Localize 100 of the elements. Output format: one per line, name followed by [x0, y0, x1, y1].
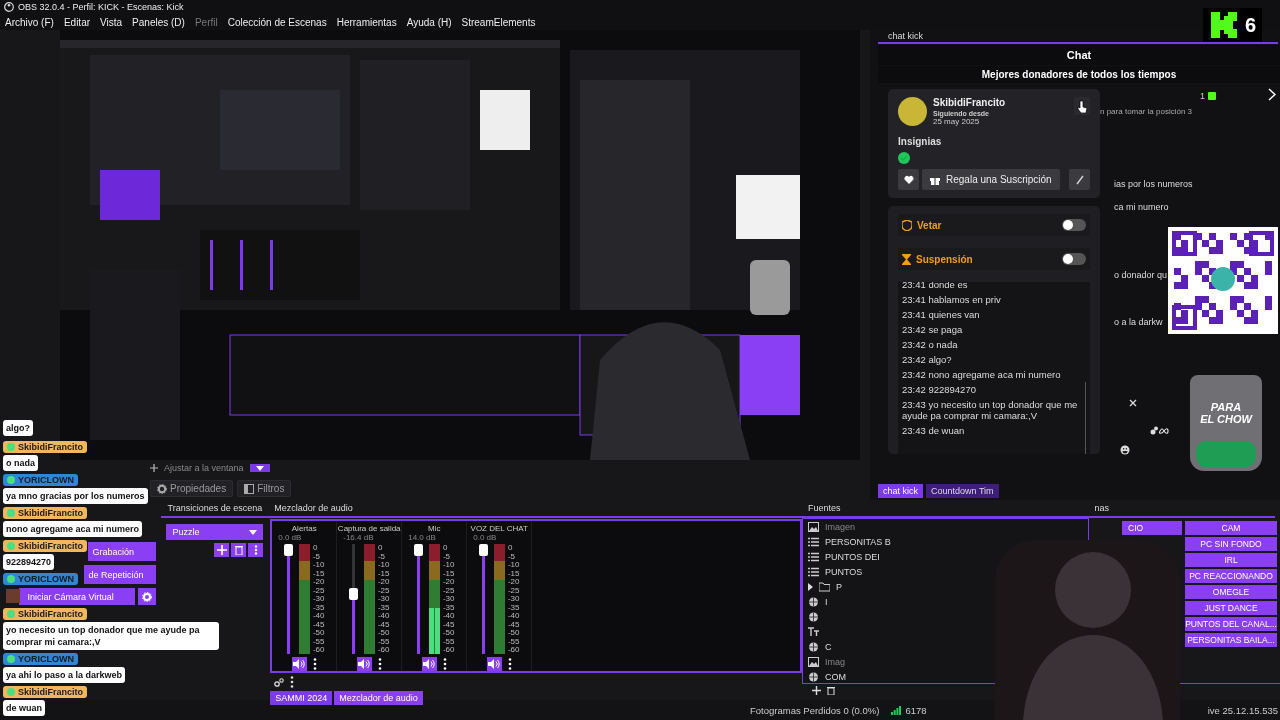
source-name[interactable]: P — [836, 582, 842, 592]
chat-message: o nada — [3, 455, 38, 471]
dock-title: Fuentes — [807, 502, 842, 515]
folder-icon — [819, 582, 830, 592]
toggle-switch[interactable] — [1062, 253, 1086, 265]
channel-name: Mic — [428, 524, 441, 533]
dock-tab[interactable]: Countdown Tim — [926, 484, 999, 498]
scene-button[interactable]: CAM — [1185, 521, 1277, 535]
follow-button[interactable] — [898, 169, 919, 190]
menu-item[interactable]: Ayuda (H) — [406, 16, 452, 28]
scene-button[interactable]: PC SIN FONDO — [1185, 537, 1277, 551]
follow-date: 25 may 2025 — [933, 117, 981, 126]
username: YORICLOWN — [18, 474, 74, 485]
volume-reading: 14.0 dB — [408, 533, 436, 542]
source-name[interactable]: PERSONITAS B — [825, 537, 891, 547]
scene-button[interactable]: OMEGLE — [1185, 585, 1277, 599]
scene-button[interactable]: PUNTOS DEL CANAL... — [1185, 617, 1277, 631]
filters-button[interactable]: Filtros — [237, 480, 292, 497]
scale-label: -35 — [377, 603, 390, 612]
delete-button[interactable] — [231, 543, 247, 557]
more-icon — [377, 658, 382, 670]
scene-button[interactable]: IRL — [1185, 553, 1277, 567]
settings-button[interactable] — [138, 588, 157, 605]
source-name[interactable]: C — [825, 642, 832, 652]
badge-icon — [7, 475, 15, 484]
source-name[interactable]: I — [825, 597, 828, 607]
emote-image — [6, 589, 20, 603]
control-button[interactable]: Iniciar Cámara Virtual — [19, 588, 136, 605]
scale-label: -40 — [377, 612, 390, 620]
speaker-icon — [358, 659, 371, 669]
scene-button[interactable]: PERSONITAS BAILA... — [1185, 633, 1277, 647]
scale-label: -30 — [442, 595, 455, 603]
scale-label: -5 — [312, 552, 322, 561]
scene-button[interactable]: JUST DANCE — [1185, 601, 1277, 615]
scene-button[interactable]: CIO — [1122, 521, 1182, 535]
zoom-dropdown[interactable] — [249, 464, 270, 472]
scale-label: -45 — [442, 620, 455, 629]
control-button[interactable]: Grabación — [88, 542, 157, 561]
scale-label: -10 — [377, 561, 390, 569]
dock-tab[interactable]: SAMMI 2024 — [270, 691, 333, 705]
scale-label: -10 — [442, 561, 455, 569]
moderation-label: Suspensión — [916, 253, 974, 265]
mute-button[interactable] — [291, 657, 307, 671]
username: SkibidiFrancito — [18, 608, 83, 619]
list-icon — [808, 537, 819, 547]
overlay-text: EL CHOW — [1200, 413, 1252, 425]
chat-message: ya mno gracias por los numeros — [3, 488, 148, 504]
scale-label: 0 — [312, 544, 319, 552]
plus-icon — [216, 545, 227, 555]
menu-item[interactable]: Colección de Escenas — [227, 16, 327, 28]
control-button[interactable]: de Repetición — [84, 565, 157, 584]
scale-label: -45 — [507, 620, 520, 629]
text-icon — [808, 627, 819, 637]
leaderboard-text: n para tomar la posición 3 — [1100, 107, 1193, 116]
menu-item[interactable]: Vista — [100, 16, 123, 28]
chat-message: yo necesito un top donador que me ayude pa comprar mi camara:,V — [3, 622, 219, 650]
scale-label: -40 — [442, 612, 455, 620]
gift-subscription-button[interactable]: Regala una Suscripción — [922, 169, 1060, 190]
scale-label: -45 — [377, 620, 390, 629]
source-name[interactable]: COM — [825, 672, 846, 682]
corner-button[interactable] — [1074, 97, 1090, 115]
transition-dropdown[interactable]: Puzzle — [166, 524, 264, 540]
chat-message: 23:42 nono agregame aca mi numero — [902, 369, 1062, 380]
menu-item[interactable]: Archivo (F) — [5, 16, 54, 28]
properties-button[interactable]: Propiedades — [150, 480, 234, 497]
live-time: ive 25.12.15.535 — [1207, 704, 1278, 716]
source-name[interactable]: PUNTOS DEI — [825, 552, 880, 562]
list-icon — [808, 552, 819, 562]
k-logo-icon — [1209, 10, 1239, 40]
scale-label: 0 — [507, 544, 514, 552]
scale-label: -25 — [377, 586, 390, 595]
mute-button[interactable] — [421, 657, 437, 671]
more-button[interactable] — [248, 543, 264, 557]
source-name[interactable]: PUNTOS — [825, 567, 863, 577]
mute-button[interactable] — [356, 657, 372, 671]
scale-label: -55 — [442, 637, 455, 646]
scale-label: -30 — [377, 595, 390, 603]
menu-item[interactable]: Paneles (D) — [132, 16, 185, 28]
scale-label: -40 — [312, 612, 325, 620]
close-icon — [1129, 399, 1137, 407]
scale-label: -20 — [377, 578, 390, 586]
add-button[interactable] — [214, 543, 230, 557]
scale-label: -5 — [377, 552, 387, 561]
scale-label: -25 — [442, 586, 455, 595]
source-name[interactable]: Imagen — [825, 522, 856, 532]
mute-button[interactable] — [486, 657, 502, 671]
scene-button[interactable]: PC REACCIONANDO — [1185, 569, 1277, 583]
dock-tab[interactable]: Mezclador de audio — [334, 691, 423, 705]
menu-item[interactable]: Herramientas — [336, 16, 397, 28]
chat-message: 23:41 donde es — [902, 282, 969, 290]
badge-icon — [7, 654, 15, 663]
toggle-switch[interactable] — [1062, 219, 1086, 231]
menu-item[interactable]: StreamElements — [461, 16, 536, 28]
speaker-icon — [488, 659, 501, 669]
source-name[interactable]: Imag — [825, 657, 845, 667]
menu-item[interactable]: Editar — [63, 16, 91, 28]
globe-icon — [808, 597, 819, 607]
pin-button[interactable] — [1069, 169, 1090, 190]
badges-label: Insignias — [898, 136, 943, 147]
dock-tab[interactable]: chat kick — [878, 484, 923, 498]
